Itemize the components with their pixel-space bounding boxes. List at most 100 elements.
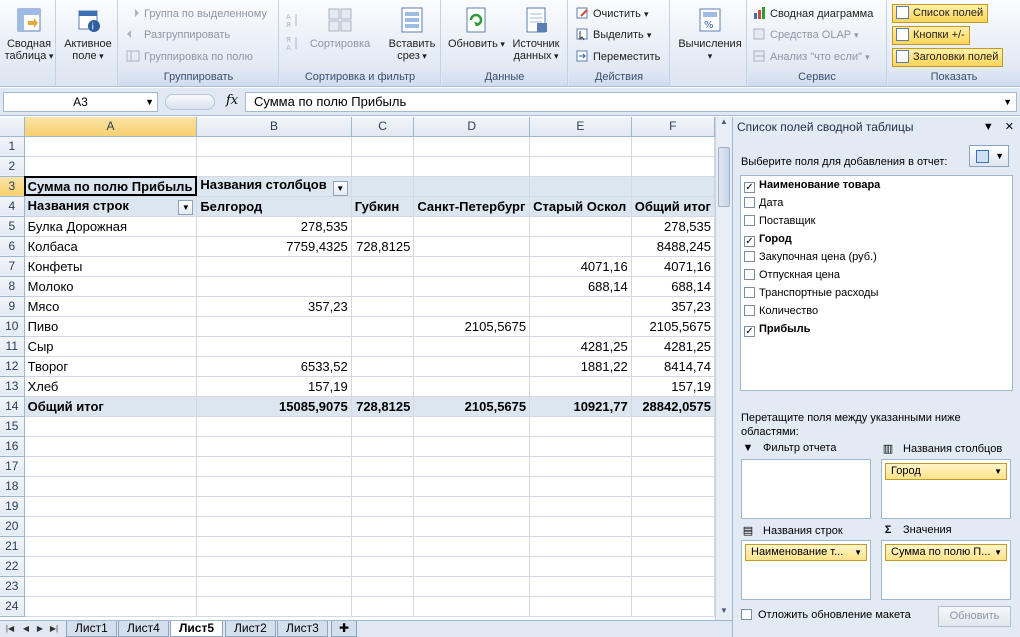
cell[interactable] (631, 596, 715, 617)
value-cell[interactable]: 4071,16 (631, 256, 715, 277)
checkbox-icon[interactable] (744, 269, 755, 280)
value-cell[interactable]: 8488,245 (631, 236, 715, 257)
update-button[interactable]: Обновить (938, 606, 1011, 627)
value-cell[interactable] (529, 316, 632, 337)
value-cell[interactable] (413, 356, 531, 377)
row-header[interactable]: 10 (0, 316, 25, 337)
field-item[interactable]: ✓ Город (741, 230, 1012, 248)
value-cell[interactable] (413, 376, 531, 397)
pivot-row-labels-cell[interactable]: Названия строк ▼ (24, 196, 198, 217)
cell[interactable] (24, 476, 198, 497)
cell[interactable] (529, 136, 632, 157)
sheet-tab[interactable]: Лист4 (118, 621, 169, 637)
row-header[interactable]: 19 (0, 496, 25, 517)
value-cell[interactable]: 357,23 (631, 296, 715, 317)
pane-menu-icon[interactable]: ▼ (983, 121, 994, 133)
field-item[interactable]: Транспортные расходы (741, 284, 1012, 302)
cell[interactable] (413, 516, 531, 537)
grand-total-label[interactable]: Общий итог (24, 395, 198, 417)
field-item[interactable]: Дата (741, 194, 1012, 212)
scroll-up-icon[interactable]: ▲ (716, 117, 732, 131)
chevron-down-icon[interactable]: ▼ (854, 545, 862, 560)
refresh-button[interactable]: Обновить (448, 3, 504, 50)
value-cell[interactable] (529, 296, 632, 317)
value-cell[interactable]: 157,19 (631, 376, 715, 397)
value-cell[interactable] (351, 356, 415, 377)
formula-input[interactable]: Сумма по полю Прибыль ▼ (245, 92, 1017, 112)
value-cell[interactable]: 4071,16 (529, 256, 632, 277)
cell[interactable] (24, 136, 198, 157)
value-cell[interactable]: 357,23 (196, 296, 352, 317)
pivot-column-header[interactable]: Старый Оскол (529, 196, 632, 217)
value-cell[interactable]: 7759,4325 (196, 236, 352, 257)
pivot-column-labels-cell[interactable]: Названия столбцов ▼ (196, 176, 352, 197)
row-header[interactable]: 21 (0, 536, 25, 557)
values-field-chip[interactable]: Сумма по полю П... ▼ (885, 544, 1007, 561)
pivot-data-field-cell[interactable]: Сумма по полю Прибыль (24, 176, 198, 197)
ungroup-button[interactable]: Разгруппировать (126, 26, 230, 44)
cell[interactable] (24, 576, 198, 597)
cell[interactable] (196, 536, 352, 557)
pivot-chart-button[interactable]: Сводная диаграмма (752, 5, 873, 23)
cell[interactable] (24, 156, 198, 177)
cell[interactable] (351, 596, 415, 617)
olap-tools-button[interactable]: Средства OLAP (752, 26, 859, 44)
cell[interactable] (529, 436, 632, 457)
expand-formula-icon[interactable]: ▼ (1003, 93, 1012, 111)
group-field-button[interactable]: Группировка по полю (126, 48, 253, 66)
what-if-button[interactable]: Анализ "что если" (752, 48, 870, 66)
cell[interactable] (196, 516, 352, 537)
field-item[interactable]: Отпускная цена (741, 266, 1012, 284)
row-labels-zone[interactable]: Наименование т... ▼ (741, 540, 871, 600)
cell[interactable] (196, 556, 352, 577)
sheet-tab[interactable]: Лист1 (66, 621, 117, 637)
value-cell[interactable] (413, 216, 531, 237)
cell[interactable] (24, 416, 198, 437)
row-label-cell[interactable]: Творог (24, 356, 198, 377)
cell[interactable] (413, 456, 531, 477)
cell[interactable] (529, 596, 632, 617)
worksheet-grid[interactable]: A B C D E F 1 2 3 Сумма по полю Прибыль … (0, 117, 715, 620)
cell[interactable] (24, 536, 198, 557)
cell[interactable] (351, 556, 415, 577)
cell[interactable] (351, 536, 415, 557)
cell[interactable] (24, 596, 198, 617)
move-button[interactable]: Переместить (575, 48, 660, 66)
cell[interactable] (24, 516, 198, 537)
row-header[interactable]: 22 (0, 556, 25, 577)
row-header[interactable]: 3 (0, 176, 25, 197)
value-cell[interactable] (413, 236, 531, 257)
cell[interactable] (196, 596, 352, 617)
column-header[interactable]: D (413, 117, 531, 137)
row-label-cell[interactable]: Мясо (24, 296, 198, 317)
row-header[interactable]: 13 (0, 376, 25, 397)
cell[interactable] (351, 476, 415, 497)
grand-total-value[interactable]: 10921,77 (529, 395, 632, 417)
cell[interactable] (631, 556, 715, 577)
scrollbar-thumb[interactable] (718, 147, 730, 207)
field-item[interactable]: Количество (741, 302, 1012, 320)
value-cell[interactable] (351, 256, 415, 277)
value-cell[interactable] (351, 276, 415, 297)
cell[interactable] (631, 456, 715, 477)
select-button[interactable]: Выделить (575, 26, 651, 44)
grand-total-value[interactable]: 28842,0575 (631, 395, 715, 417)
sort-button[interactable]: Сортировка (306, 3, 374, 50)
cell[interactable] (413, 176, 531, 197)
value-cell[interactable] (413, 256, 531, 277)
row-header[interactable]: 7 (0, 256, 25, 277)
checkbox-checked-icon[interactable]: ✓ (744, 182, 755, 193)
cell[interactable] (351, 516, 415, 537)
value-cell[interactable] (196, 336, 352, 357)
insert-sheet-icon[interactable]: ✚ (331, 621, 357, 637)
cell[interactable] (631, 576, 715, 597)
value-cell[interactable] (196, 256, 352, 277)
row-header[interactable]: 15 (0, 416, 25, 437)
value-cell[interactable]: 157,19 (196, 376, 352, 397)
cell[interactable] (351, 156, 415, 177)
cell[interactable] (413, 556, 531, 577)
cell[interactable] (631, 416, 715, 437)
column-header[interactable]: C (351, 117, 415, 137)
cell[interactable] (413, 596, 531, 617)
field-item[interactable]: Закупочная цена (руб.) (741, 248, 1012, 266)
